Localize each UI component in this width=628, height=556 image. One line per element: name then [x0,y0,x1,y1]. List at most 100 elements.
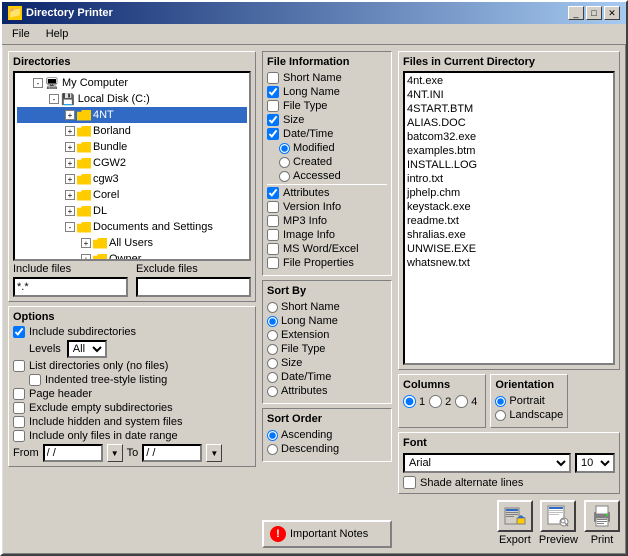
list-item[interactable]: examples.btm [407,145,611,159]
tree-item-mycomputer[interactable]: - 🖥 My Computer [17,75,247,91]
list-item[interactable]: batcom32.exe [407,131,611,145]
image-info-checkbox[interactable] [267,229,279,241]
expand-documents[interactable]: - [65,222,75,232]
list-item[interactable]: shralias.exe [407,229,611,243]
list-item[interactable]: UNWISE.EXE [407,243,611,257]
close-button[interactable]: ✕ [604,6,620,20]
hidden-system-checkbox[interactable] [13,416,25,428]
from-date-input[interactable] [43,444,103,462]
preview-button[interactable]: Preview [539,500,578,546]
font-select[interactable]: Arial Times New Roman Courier New [403,453,571,473]
files-list[interactable]: 4nt.exe 4NT.INI 4START.BTM ALIAS.DOC bat… [403,71,615,365]
datetime-checkbox[interactable] [267,128,279,140]
expand-borland[interactable]: + [65,126,75,136]
accessed-radio[interactable] [279,171,290,182]
list-item[interactable]: 4NT.INI [407,89,611,103]
expand-owner[interactable]: + [81,254,91,261]
expand-cgw2[interactable]: + [65,158,75,168]
minimize-button[interactable]: _ [568,6,584,20]
expand-allusers[interactable]: + [81,238,91,248]
long-name-checkbox[interactable] [267,86,279,98]
shade-row: Shade alternate lines [403,476,615,489]
export-button[interactable]: Export [497,500,533,546]
list-item[interactable]: 4nt.exe [407,75,611,89]
tree-item-4nt[interactable]: + 4NT [17,107,247,123]
from-date-dropdown[interactable]: ▼ [107,444,123,462]
exclude-empty-checkbox[interactable] [13,402,25,414]
list-item[interactable]: keystack.exe [407,201,611,215]
file-type-checkbox[interactable] [267,100,279,112]
tree-item-cgw2[interactable]: + CGW2 [17,155,247,171]
tree-item-dl[interactable]: + DL [17,203,247,219]
expand-corel[interactable]: + [65,190,75,200]
list-item[interactable]: intro.txt [407,173,611,187]
list-dirs-only-checkbox[interactable] [13,360,25,372]
expand-localdisk[interactable]: - [49,94,59,104]
expand-4nt[interactable]: + [65,110,75,120]
created-radio[interactable] [279,157,290,168]
page-header-checkbox[interactable] [13,388,25,400]
attributes-checkbox[interactable] [267,187,279,199]
sort-extension-radio[interactable] [267,330,278,341]
exclude-files-input[interactable] [136,277,251,297]
include-subdirs-checkbox[interactable] [13,326,25,338]
include-files-input[interactable] [13,277,128,297]
list-item[interactable]: jphelp.chm [407,187,611,201]
file-properties-checkbox[interactable] [267,257,279,269]
shade-checkbox[interactable] [403,476,416,489]
sort-short-name-radio[interactable] [267,302,278,313]
tree-item-owner[interactable]: + Owner [17,251,247,261]
sort-size-radio[interactable] [267,358,278,369]
maximize-button[interactable]: □ [586,6,602,20]
tree-item-localdisk[interactable]: - 💾 Local Disk (C:) [17,91,247,107]
to-date-input[interactable] [142,444,202,462]
tree-item-cgw3[interactable]: + cgw3 [17,171,247,187]
landscape-radio[interactable] [495,410,506,421]
short-name-checkbox[interactable] [267,72,279,84]
menu-file[interactable]: File [6,26,36,42]
expand-cgw3[interactable]: + [65,174,75,184]
sort-attributes-radio[interactable] [267,386,278,397]
directory-tree[interactable]: - 🖥 My Computer - 💾 Local Disk (C:) [13,71,251,261]
tree-item-corel[interactable]: + Corel [17,187,247,203]
list-item[interactable]: INSTALL.LOG [407,159,611,173]
list-item[interactable]: ALIAS.DOC [407,117,611,131]
descending-radio[interactable] [267,444,278,455]
expand-dl[interactable]: + [65,206,75,216]
list-item[interactable]: whatsnew.txt [407,257,611,271]
sort-long-name-row: Long Name [267,315,387,327]
sort-file-type-radio[interactable] [267,344,278,355]
col-4-label: 4 [471,396,477,408]
levels-row: Levels All 123 [13,340,251,358]
sort-datetime-radio[interactable] [267,372,278,383]
indented-tree-checkbox[interactable] [29,374,41,386]
mp3-info-checkbox[interactable] [267,215,279,227]
ms-word-checkbox[interactable] [267,243,279,255]
col-4-radio[interactable] [455,395,468,408]
expand-bundle[interactable]: + [65,142,75,152]
ascending-radio[interactable] [267,430,278,441]
tree-item-bundle[interactable]: + Bundle [17,139,247,155]
to-date-dropdown[interactable]: ▼ [206,444,222,462]
expand-mycomputer[interactable]: - [33,78,43,88]
version-info-checkbox[interactable] [267,201,279,213]
tree-item-borland[interactable]: + Borland [17,123,247,139]
menu-help[interactable]: Help [40,26,75,42]
col-1-radio[interactable] [403,395,416,408]
print-button[interactable]: Print [584,500,620,546]
sort-long-name-radio[interactable] [267,316,278,327]
levels-select[interactable]: All 123 [67,340,107,358]
list-item[interactable]: 4START.BTM [407,103,611,117]
font-size-select[interactable]: 10 8 12 [575,453,615,473]
tree-label-4nt: 4NT [93,109,114,121]
col-2-radio[interactable] [429,395,442,408]
important-notes-button[interactable]: ! Important Notes [262,520,392,548]
date-range-row: Include only files in date range [13,430,251,442]
size-checkbox[interactable] [267,114,279,126]
portrait-radio[interactable] [495,396,506,407]
list-item[interactable]: readme.txt [407,215,611,229]
modified-radio[interactable] [279,143,290,154]
tree-item-documents[interactable]: - Documents and Settings [17,219,247,235]
tree-item-allusers[interactable]: + All Users [17,235,247,251]
date-range-checkbox[interactable] [13,430,25,442]
